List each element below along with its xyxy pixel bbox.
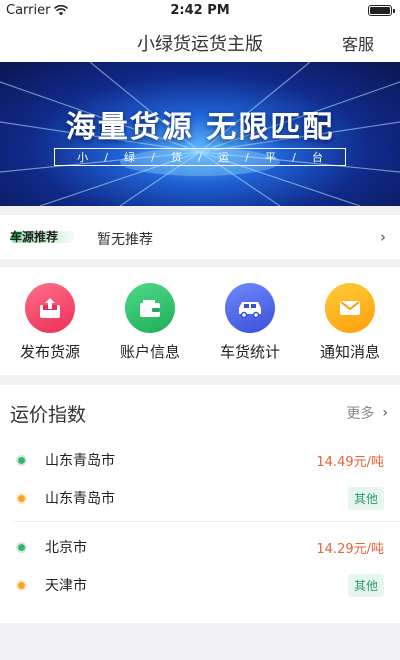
banner-subtitle-char: 台 [311,151,323,164]
route-price: 14.49元/吨 [316,454,384,470]
nav-bar: 小绿货运货主版 客服 [0,22,400,62]
route-destination-row: 山东青岛市 其他 [18,479,384,517]
price-index-header: 运价指数 更多 › [0,385,400,441]
promo-banner[interactable]: 海量货源 无限匹配 小 / 绿 / 货 / 运 / 平 / 台 [0,62,400,206]
action-notifications[interactable]: 通知消息 [300,267,400,375]
wallet-icon [125,283,175,333]
banner-subtitle: 小 / 绿 / 货 / 运 / 平 / 台 [54,148,346,166]
route-price: 14.29元/吨 [316,541,384,557]
vehicle-recommendation-row[interactable]: 车源推荐 暂无推荐 › [0,215,400,259]
destination-dot-icon [18,581,25,589]
route-item[interactable]: 北京市 14.29元/吨 天津市 其他 [0,528,400,604]
customer-service-button[interactable]: 客服 [342,31,374,55]
action-label: 发布货源 [19,343,80,361]
action-label: 账户信息 [119,343,180,361]
route-item[interactable]: 山东青岛市 14.49元/吨 山东青岛市 其他 [0,441,400,517]
battery-icon [368,5,395,16]
route-origin-row: 山东青岛市 14.49元/吨 [18,441,384,479]
banner-subtitle-char: 平 [264,151,276,164]
destination-city: 天津市 [45,578,87,594]
action-label: 车货统计 [219,343,280,361]
route-origin-row: 北京市 14.29元/吨 [18,528,384,566]
banner-subtitle-char: / [198,150,202,164]
cargo-type-badge: 其他 [347,573,384,597]
freight-price-index: 运价指数 更多 › 山东青岛市 14.49元/吨 山东青岛市 其他 北京市 14… [0,385,400,623]
action-account-info[interactable]: 账户信息 [100,267,200,375]
origin-city: 北京市 [45,540,87,556]
cargo-type-badge: 其他 [347,486,384,510]
section-title: 运价指数 [10,403,87,426]
envelope-icon [325,283,375,333]
destination-city: 山东青岛市 [45,491,115,507]
page-title: 小绿货运货主版 [137,34,263,55]
status-time: 2:42 PM [170,3,230,18]
quick-actions: 发布货源 账户信息 车货统计 通知消息 [0,267,400,375]
banner-subtitle-char: / [151,150,155,164]
banner-subtitle-char: / [104,150,108,164]
origin-dot-icon [18,456,25,464]
banner-subtitle-char: 货 [171,151,182,164]
truck-icon [225,283,275,333]
banner-headline: 海量货源 无限匹配 [65,110,335,145]
origin-dot-icon [18,543,25,551]
status-bar: Carrier 2:42 PM [0,0,400,22]
banner-subtitle-char: 运 [217,151,229,164]
more-button[interactable]: 更多 › [346,403,388,423]
recommendation-tag: 车源推荐 [10,230,59,244]
origin-city: 山东青岛市 [45,453,115,469]
route-destination-row: 天津市 其他 [18,566,384,604]
chevron-right-icon: › [380,228,386,246]
action-label: 通知消息 [319,343,380,361]
action-publish-cargo[interactable]: 发布货源 [0,267,100,375]
banner-subtitle-char: 绿 [124,151,136,164]
banner-subtitle-char: / [292,150,296,164]
banner-subtitle-char: / [245,150,249,164]
recommendation-text: 暂无推荐 [97,232,153,248]
upload-tray-icon [25,283,75,333]
destination-dot-icon [18,494,25,502]
banner-subtitle-char: 小 [77,151,89,164]
action-vehicle-stats[interactable]: 车货统计 [200,267,300,375]
chevron-right-icon: › [382,405,388,421]
divider [14,521,400,522]
more-label: 更多 [346,406,375,422]
